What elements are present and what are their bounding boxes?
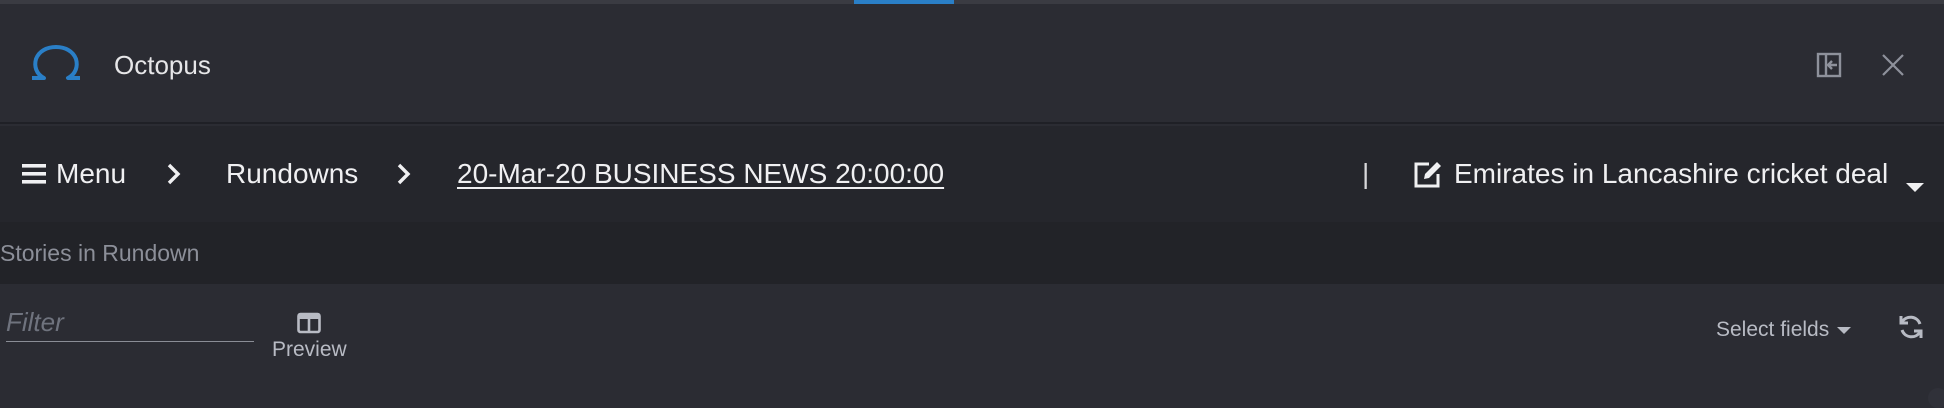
breadcrumb-separator: | xyxy=(1362,158,1370,189)
dock-panel-button[interactable] xyxy=(1812,48,1846,82)
stories-toolbar: Preview Select fields xyxy=(0,284,1944,406)
dock-panel-icon xyxy=(1816,52,1842,78)
preview-label: Preview xyxy=(272,338,347,361)
menu-label: Menu xyxy=(56,158,127,189)
breadcrumb: Menu Rundowns 20-Mar-20 BUSINESS NEWS 20… xyxy=(0,126,1944,222)
filter-input[interactable] xyxy=(6,304,254,342)
breadcrumb-rundown-link[interactable]: 20-Mar-20 BUSINESS NEWS 20:00:00 xyxy=(457,156,944,192)
section-header: Stories in Rundown xyxy=(0,222,1944,284)
select-fields-dropdown[interactable]: Select fields xyxy=(1716,318,1852,342)
caret-down-icon xyxy=(1837,326,1852,334)
breadcrumb-rundowns[interactable]: Rundowns xyxy=(226,156,358,192)
hamburger-icon xyxy=(22,164,46,184)
preview-button[interactable]: Preview xyxy=(272,312,347,362)
current-story[interactable]: Emirates in Lancashire cricket deal xyxy=(1412,156,1888,192)
story-title: Emirates in Lancashire cricket deal xyxy=(1454,158,1889,189)
edit-icon xyxy=(1414,162,1441,188)
omega-logo-icon xyxy=(32,45,80,80)
refresh-icon[interactable] xyxy=(1896,312,1926,342)
app-header: Octopus xyxy=(0,4,1944,124)
chevron-right-icon xyxy=(164,156,184,201)
columns-icon xyxy=(297,312,322,334)
close-button[interactable] xyxy=(1876,48,1910,82)
chevron-right-icon xyxy=(394,156,414,201)
select-fields-label: Select fields xyxy=(1716,318,1830,341)
app-title: Octopus xyxy=(114,50,211,80)
caret-down-icon[interactable] xyxy=(1906,166,1924,202)
section-title: Stories in Rundown xyxy=(0,240,200,266)
resize-handle[interactable] xyxy=(1928,388,1944,408)
close-icon xyxy=(1882,54,1904,76)
menu-button[interactable]: Menu xyxy=(22,156,126,192)
